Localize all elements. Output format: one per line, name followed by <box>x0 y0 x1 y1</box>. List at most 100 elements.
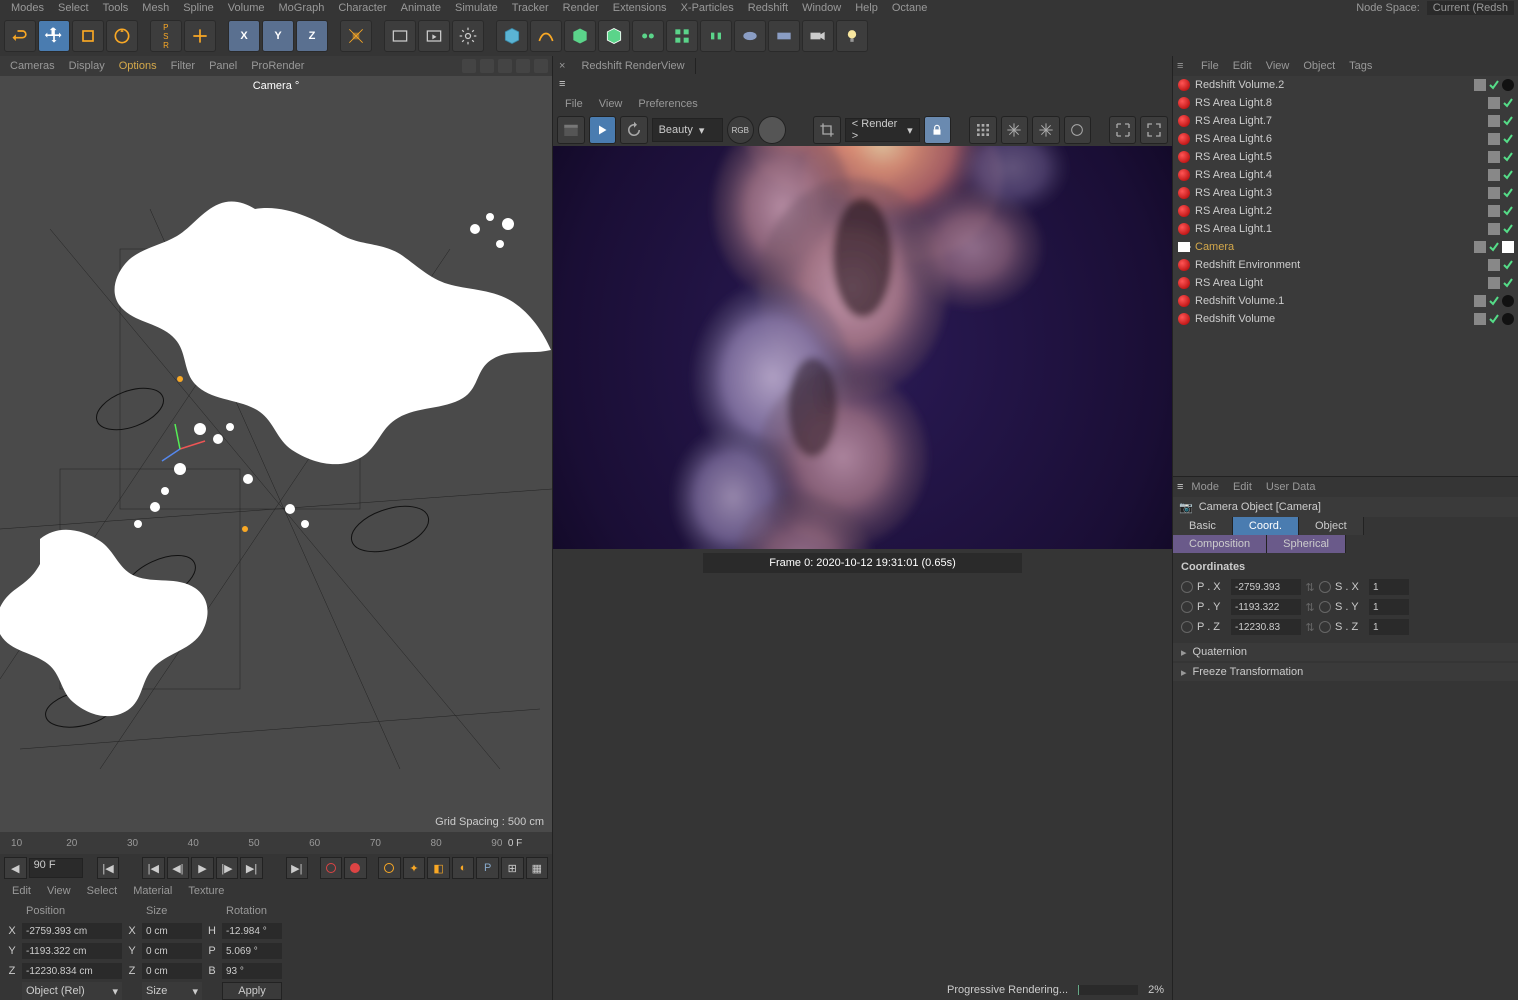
apply-button[interactable]: Apply <box>222 982 282 1000</box>
quaternion-section[interactable]: ▸Quaternion <box>1173 643 1518 661</box>
menu-tools[interactable]: Tools <box>96 2 136 14</box>
camera-tag[interactable] <box>1502 241 1514 253</box>
anim-dot-icon[interactable] <box>1319 621 1331 633</box>
visibility-tag[interactable] <box>1488 187 1500 199</box>
menu-help[interactable]: Help <box>848 2 885 14</box>
snowflake1-button[interactable] <box>1001 116 1029 144</box>
attr-sy-field[interactable]: 1 <box>1369 599 1409 615</box>
vp-icon-2[interactable] <box>480 59 494 73</box>
menu-spline[interactable]: Spline <box>176 2 221 14</box>
visibility-tag[interactable] <box>1488 97 1500 109</box>
size-x-field[interactable]: 0 cm <box>142 923 202 939</box>
object-row[interactable]: Redshift Volume.2 <box>1173 76 1518 94</box>
vp-icon-4[interactable] <box>516 59 530 73</box>
attr-pz-field[interactable]: -12230.83 <box>1231 619 1301 635</box>
material-tag[interactable] <box>1502 79 1514 91</box>
enable-tag[interactable] <box>1502 97 1514 109</box>
rot-key-button[interactable]: ◐ <box>452 857 475 879</box>
visibility-tag[interactable] <box>1488 169 1500 181</box>
pos-key-button[interactable]: ✦ <box>403 857 426 879</box>
material-tag[interactable] <box>1502 313 1514 325</box>
attr-userdata[interactable]: User Data <box>1260 481 1322 493</box>
enable-tag[interactable] <box>1488 295 1500 307</box>
rotate-button[interactable] <box>106 20 138 52</box>
tab-spherical[interactable]: Spherical <box>1267 535 1346 553</box>
enable-tag[interactable] <box>1502 187 1514 199</box>
clapper-icon[interactable] <box>557 116 585 144</box>
pos-x-field[interactable]: -2759.393 cm <box>22 923 122 939</box>
mat-select[interactable]: Select <box>79 885 126 897</box>
snowflake2-button[interactable] <box>1032 116 1060 144</box>
visibility-tag[interactable] <box>1474 79 1486 91</box>
enable-tag[interactable] <box>1488 241 1500 253</box>
field-button[interactable] <box>632 20 664 52</box>
mat-view[interactable]: View <box>39 885 79 897</box>
anim-dot-icon[interactable] <box>1319 601 1331 613</box>
renderview-tab[interactable]: Redshift RenderView <box>571 58 695 74</box>
volume-button[interactable] <box>700 20 732 52</box>
next-frame-button[interactable]: |▶ <box>216 857 239 879</box>
autokey-button[interactable] <box>344 857 367 879</box>
visibility-tag[interactable] <box>1488 133 1500 145</box>
fullscreen-button[interactable] <box>1109 116 1137 144</box>
psr-button[interactable]: PSR <box>150 20 182 52</box>
object-row[interactable]: Redshift Volume <box>1173 310 1518 328</box>
vp-cameras[interactable]: Cameras <box>4 60 61 72</box>
render-output[interactable] <box>553 146 1172 549</box>
param-key-button[interactable]: P <box>476 857 499 879</box>
record-button[interactable] <box>320 857 343 879</box>
menu-character[interactable]: Character <box>331 2 393 14</box>
pos-y-field[interactable]: -1193.322 cm <box>22 943 122 959</box>
undo-button[interactable] <box>4 20 36 52</box>
size-mode-dropdown[interactable]: Size▾ <box>142 982 202 1000</box>
vp-icon-3[interactable] <box>498 59 512 73</box>
attr-mode[interactable]: Mode <box>1185 481 1225 493</box>
anim-dot-icon[interactable] <box>1181 581 1193 593</box>
camera-button[interactable] <box>802 20 834 52</box>
deformer-button[interactable] <box>598 20 630 52</box>
vp-options[interactable]: Options <box>113 60 163 72</box>
menu-animate[interactable]: Animate <box>394 2 448 14</box>
light-button[interactable] <box>768 20 800 52</box>
obj-tags[interactable]: Tags <box>1343 60 1378 72</box>
prev-frame-button[interactable]: ◀| <box>167 857 190 879</box>
size-y-field[interactable]: 0 cm <box>142 943 202 959</box>
ipr-start-button[interactable] <box>589 116 617 144</box>
attr-py-field[interactable]: -1193.322 <box>1231 599 1301 615</box>
object-mode-dropdown[interactable]: Object (Rel)▾ <box>22 982 122 1000</box>
tab-coord[interactable]: Coord. <box>1233 517 1299 535</box>
play-button[interactable]: ▶ <box>191 857 214 879</box>
x-axis-button[interactable]: X <box>228 20 260 52</box>
mograph-button[interactable] <box>666 20 698 52</box>
object-list[interactable]: Redshift Volume.2RS Area Light.8RS Area … <box>1173 76 1518 476</box>
obj-hamburger-icon[interactable]: ≡ <box>1177 60 1193 72</box>
frame-field[interactable]: 90 F <box>29 858 84 878</box>
object-row[interactable]: Redshift Volume.1 <box>1173 292 1518 310</box>
anim-dot-icon[interactable] <box>1181 601 1193 613</box>
circle-button[interactable] <box>1064 116 1092 144</box>
anim-dot-icon[interactable] <box>1181 621 1193 633</box>
mat-material[interactable]: Material <box>125 885 180 897</box>
render-settings-button[interactable] <box>452 20 484 52</box>
goto-next-key-button[interactable]: ▶| <box>240 857 263 879</box>
menu-window[interactable]: Window <box>795 2 848 14</box>
render-region-dropdown[interactable]: < Render >▾ <box>845 118 920 142</box>
vp-prorender[interactable]: ProRender <box>245 60 310 72</box>
refresh-button[interactable] <box>620 116 648 144</box>
object-row[interactable]: RS Area Light.4 <box>1173 166 1518 184</box>
scale-button[interactable] <box>72 20 104 52</box>
menu-tracker[interactable]: Tracker <box>505 2 556 14</box>
lock-button[interactable] <box>924 116 952 144</box>
move-button[interactable] <box>38 20 70 52</box>
visibility-tag[interactable] <box>1474 241 1486 253</box>
node-space-dropdown[interactable]: Current (Redsh <box>1427 1 1514 15</box>
enable-tag[interactable] <box>1502 151 1514 163</box>
object-row[interactable]: RS Area Light.7 <box>1173 112 1518 130</box>
visibility-tag[interactable] <box>1488 277 1500 289</box>
menu-mograph[interactable]: MoGraph <box>271 2 331 14</box>
freeze-transform-section[interactable]: ▸Freeze Transformation <box>1173 663 1518 681</box>
attr-sx-field[interactable]: 1 <box>1369 579 1409 595</box>
3d-viewport[interactable]: Camera ° <box>0 76 552 832</box>
enable-tag[interactable] <box>1502 223 1514 235</box>
menu-redshift[interactable]: Redshift <box>741 2 795 14</box>
